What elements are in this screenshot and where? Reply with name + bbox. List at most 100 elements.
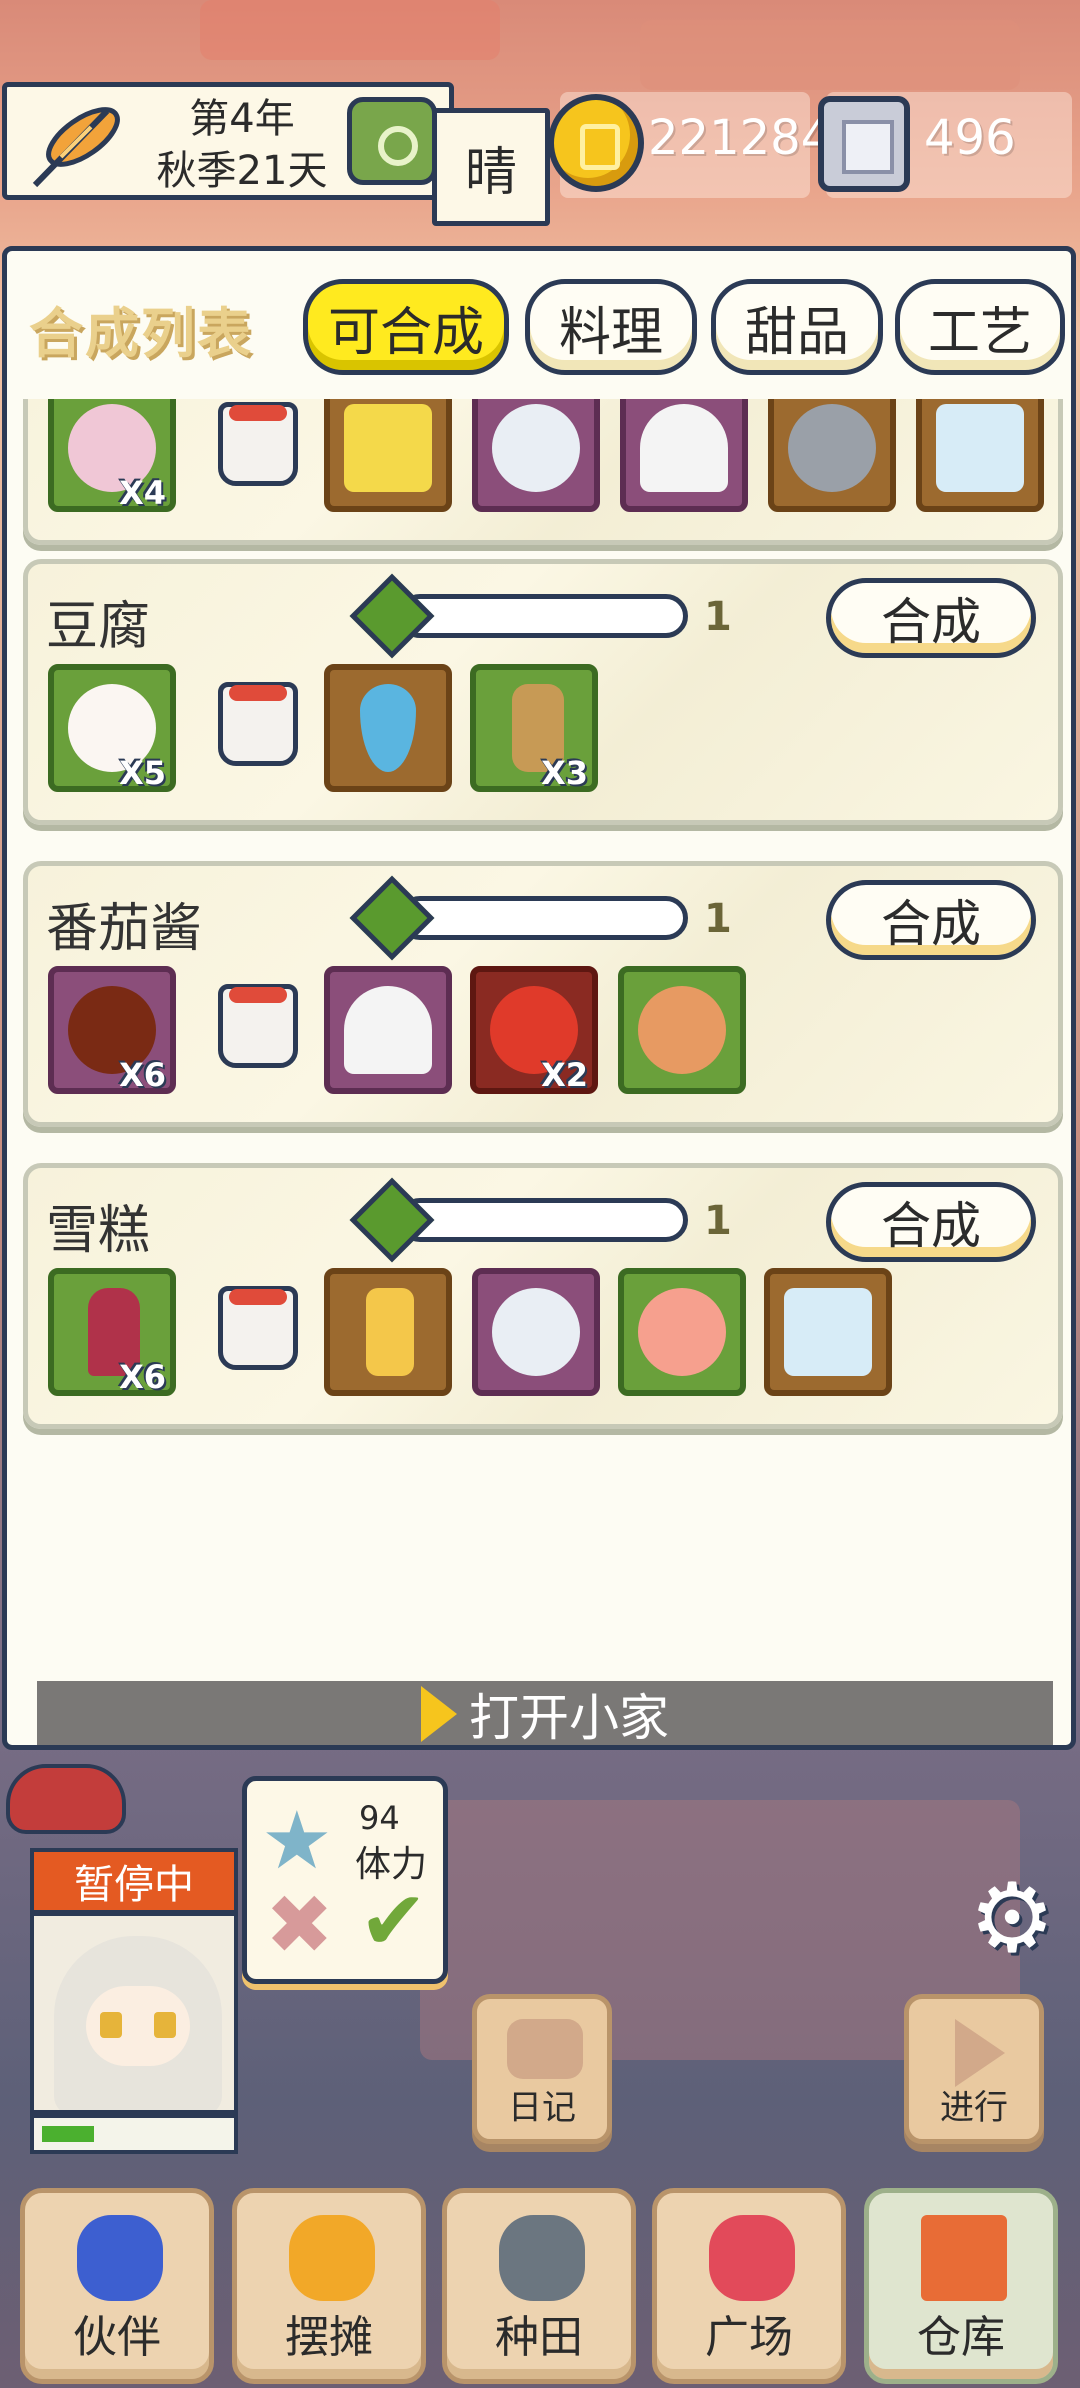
ingredient-slot[interactable]: X2	[470, 966, 598, 1094]
cup-icon	[218, 402, 298, 486]
recipe-card: 豆腐 1 合成 X5 X3	[23, 559, 1063, 825]
quantity-slider[interactable]	[398, 1198, 688, 1242]
recipe-name: 番茄酱	[46, 899, 203, 959]
tab-label: 料理	[558, 302, 663, 363]
open-home-button[interactable]: 打开小家	[37, 1681, 1053, 1747]
avatar-eye	[100, 2012, 122, 2038]
ingredient-slot[interactable]	[324, 1268, 452, 1396]
ingredient-slot[interactable]: X6	[48, 966, 176, 1094]
watering-can-icon	[499, 2215, 585, 2301]
milk-jar-icon	[492, 1288, 580, 1376]
ingredient-slot[interactable]	[324, 664, 452, 792]
tab-label: 可合成	[327, 302, 484, 363]
ingredient-slot[interactable]	[620, 399, 748, 512]
tab-cooking[interactable]: 料理	[525, 279, 697, 375]
stamina-value: 94	[359, 1799, 400, 1837]
nav-label: 种田	[495, 2312, 583, 2363]
ingredient-slot[interactable]: X6	[48, 1268, 176, 1396]
quantity-slider[interactable]	[398, 896, 688, 940]
sky-cloud	[640, 20, 1020, 90]
diary-label: 日记	[508, 2088, 576, 2128]
tab-dessert[interactable]: 甜品	[711, 279, 883, 375]
calendar-button[interactable]	[347, 97, 437, 185]
open-home-label: 打开小家	[469, 1689, 669, 1747]
oil-bottle-icon	[366, 1288, 414, 1376]
milk-bottle-icon	[936, 404, 1024, 492]
ingredient-count: X6	[119, 1056, 166, 1094]
crafting-panel: 合成列表 可合成 料理 甜品 工艺 X4 豆腐 1 合成 X5 X3 番茄酱 1…	[2, 246, 1076, 1750]
ingredient-slot[interactable]	[324, 399, 452, 512]
nav-warehouse[interactable]: 仓库	[864, 2188, 1058, 2384]
avatar[interactable]	[30, 1912, 238, 2114]
ingredient-slot[interactable]	[768, 399, 896, 512]
health-bar	[30, 2114, 238, 2154]
partner-icon	[77, 2215, 163, 2301]
ingredient-slot[interactable]: X4	[48, 399, 176, 512]
ingredient-slot[interactable]: X3	[470, 664, 598, 792]
slider-handle[interactable]	[349, 875, 435, 961]
gem-icon	[818, 96, 910, 192]
feather-icon	[32, 107, 120, 188]
tab-label: 工艺	[927, 302, 1032, 363]
ingredient-slot[interactable]	[472, 399, 600, 512]
recipe-name: 雪糕	[46, 1201, 151, 1261]
gem-amount: 496	[924, 110, 1016, 166]
ingredient-count: X5	[119, 754, 166, 792]
quantity-value: 1	[704, 594, 732, 640]
ingredient-slot[interactable]	[618, 1268, 746, 1396]
tab-craft[interactable]: 工艺	[895, 279, 1065, 375]
milk-jar-icon	[492, 404, 580, 492]
weather-indicator: 晴	[432, 108, 550, 226]
ingredient-slot[interactable]	[324, 966, 452, 1094]
water-drop-icon	[360, 684, 416, 772]
cup-icon	[218, 984, 298, 1068]
diary-button[interactable]: 日记	[472, 1994, 612, 2144]
slider-handle[interactable]	[349, 1177, 435, 1263]
ingredient-slot[interactable]	[618, 966, 746, 1094]
salt-icon	[344, 986, 432, 1074]
salt-icon	[640, 404, 728, 492]
confirm-icon[interactable]: ✔	[359, 1877, 428, 1967]
gold-amount: 221284	[648, 110, 832, 166]
nav-farming[interactable]: 种田	[442, 2188, 636, 2384]
crab-icon	[6, 1764, 126, 1834]
ingredient-slot[interactable]	[764, 1268, 892, 1396]
quantity-slider[interactable]	[398, 594, 688, 638]
quantity-value: 1	[704, 896, 732, 942]
nav-label: 伙伴	[73, 2312, 161, 2363]
ingredient-slot[interactable]: X5	[48, 664, 176, 792]
nav-label: 摆摊	[285, 2312, 373, 2363]
ingredient-count: X6	[119, 1358, 166, 1396]
quantity-value: 1	[704, 1198, 732, 1244]
oil-bottle-icon	[344, 404, 432, 492]
ingredient-slot[interactable]	[916, 399, 1044, 512]
craft-button-label: 合成	[881, 593, 981, 651]
craft-button[interactable]: 合成	[826, 880, 1036, 960]
nav-label: 广场	[705, 2312, 793, 2363]
flower-icon	[709, 2215, 795, 2301]
craft-button-label: 合成	[881, 1197, 981, 1255]
recipe-card-partial: X4	[23, 399, 1063, 545]
recipe-list[interactable]: X4 豆腐 1 合成 X5 X3 番茄酱 1 合成 X6 X2 雪糕 1 合成 …	[17, 399, 1067, 1679]
ingredient-count: X3	[541, 754, 588, 792]
play-icon	[955, 2019, 1005, 2087]
gear-icon[interactable]: ⚙	[966, 1870, 1058, 1966]
tab-craftable[interactable]: 可合成	[303, 279, 509, 375]
slider-handle[interactable]	[349, 573, 435, 659]
nav-partner[interactable]: 伙伴	[20, 2188, 214, 2384]
craft-button[interactable]: 合成	[826, 578, 1036, 658]
cancel-icon[interactable]: ✖	[265, 1881, 334, 1971]
health-bar-fill	[42, 2126, 94, 2142]
panel-title: 合成列表	[29, 302, 253, 365]
cup-icon	[218, 682, 298, 766]
craft-button[interactable]: 合成	[826, 1182, 1036, 1262]
proceed-button[interactable]: 进行	[904, 1994, 1044, 2144]
milk-bottle-icon	[784, 1288, 872, 1376]
peach-icon	[638, 1288, 726, 1376]
nav-stall[interactable]: 摆摊	[232, 2188, 426, 2384]
sky-cloud	[200, 0, 500, 60]
ingredient-slot[interactable]	[472, 1268, 600, 1396]
ingredient-count: X2	[541, 1056, 588, 1094]
nav-plaza[interactable]: 广场	[652, 2188, 846, 2384]
pause-label: 暂停中	[74, 1862, 194, 1908]
